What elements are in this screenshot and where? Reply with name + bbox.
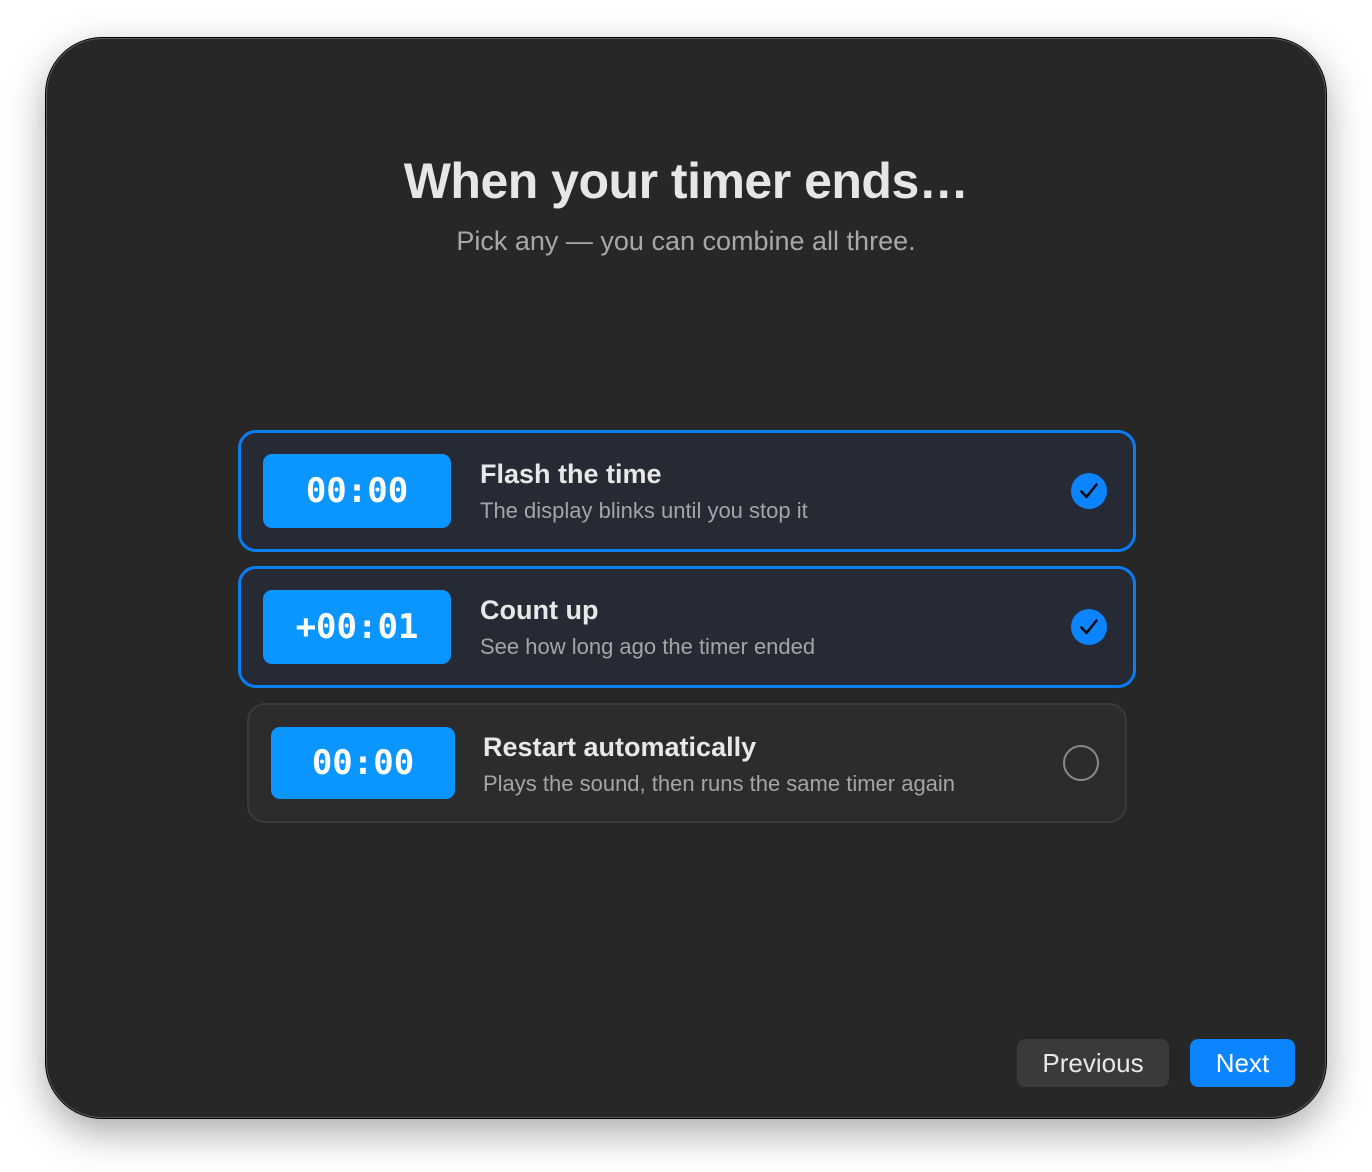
next-button[interactable]: Next bbox=[1190, 1039, 1295, 1087]
page-subtitle: Pick any — you can combine all three. bbox=[456, 226, 916, 256]
option-description: Plays the sound, then runs the same time… bbox=[483, 771, 956, 796]
option-count-up[interactable]: +00:01 Count up See how long ago the tim… bbox=[238, 566, 1136, 688]
previous-button[interactable]: Previous bbox=[1017, 1039, 1169, 1087]
option-title: Flash the time bbox=[480, 459, 662, 489]
empty-circle-icon[interactable] bbox=[1063, 745, 1099, 781]
option-title: Count up bbox=[480, 595, 599, 625]
option-flash-the-time[interactable]: 00:00 Flash the time The display blinks … bbox=[238, 430, 1136, 552]
onboarding-window: When your timer ends… Pick any — you can… bbox=[46, 38, 1326, 1118]
page-title: When your timer ends… bbox=[403, 153, 969, 209]
option-restart-automatically[interactable]: 00:00 Restart automatically Plays the so… bbox=[247, 703, 1127, 823]
timer-badge: 00:00 bbox=[263, 454, 451, 528]
timer-badge: +00:01 bbox=[263, 590, 451, 664]
option-title: Restart automatically bbox=[483, 732, 757, 762]
option-description: See how long ago the timer ended bbox=[480, 634, 816, 659]
checkmark-circle-icon[interactable] bbox=[1071, 609, 1107, 645]
checkmark-circle-icon[interactable] bbox=[1071, 473, 1107, 509]
timer-badge: 00:00 bbox=[271, 727, 455, 799]
option-description: The display blinks until you stop it bbox=[480, 498, 808, 523]
